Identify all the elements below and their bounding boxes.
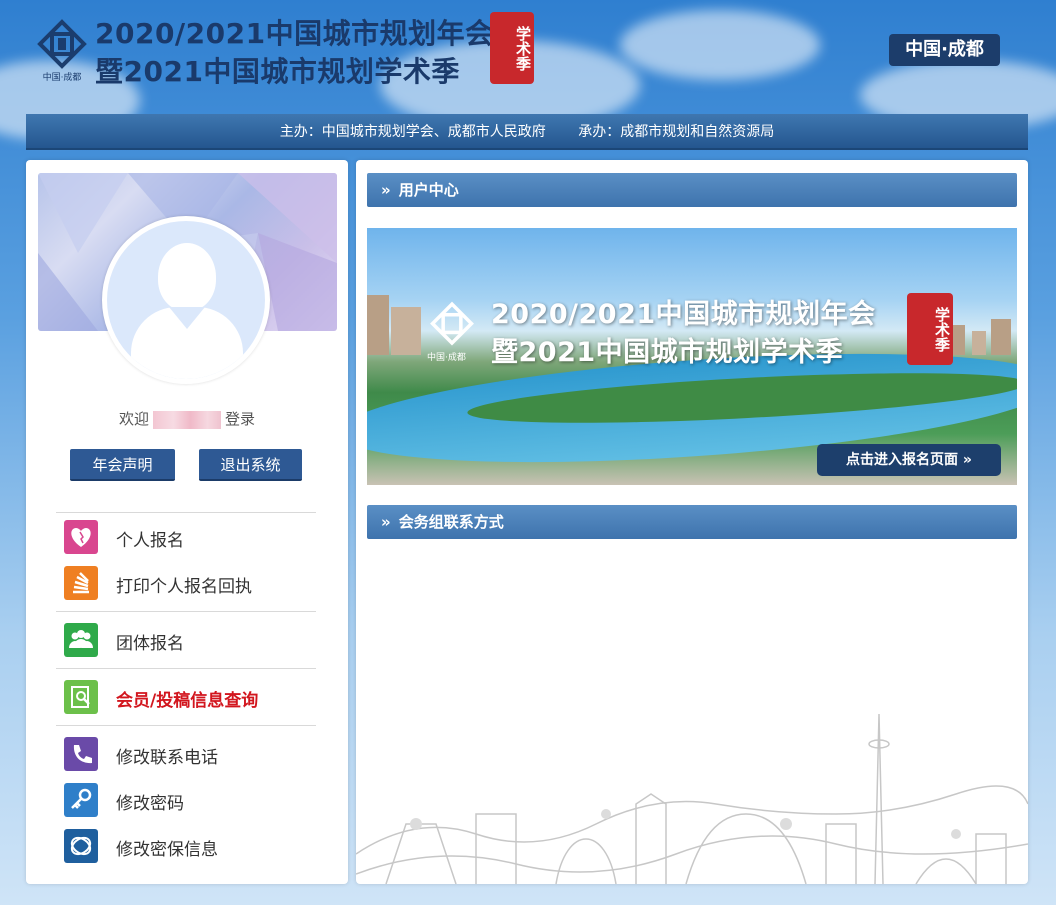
organizer-text: 承办：成都市规划和自然资源局 — [578, 124, 775, 140]
welcome-suffix: 登录 — [225, 410, 256, 428]
section-header-user-center: » 用户中心 — [367, 173, 1017, 207]
banner-title-line1: 2020/2021中国城市规划年会 — [491, 299, 876, 330]
user-menu: 个人报名 打印个人报名回执 团体报名 会员/投稿信息查询 修改联系电话 修改密码… — [56, 512, 316, 868]
heart-icon — [64, 520, 98, 554]
site-header: 中国·成都 2020/2021中国城市规划年会 暨2021中国城市规划学术季 学… — [0, 0, 1056, 110]
menu-item-print-receipt[interactable]: 打印个人报名回执 — [56, 559, 316, 605]
building — [391, 307, 421, 355]
logout-button[interactable]: 退出系统 — [199, 449, 302, 481]
stack-icon — [64, 566, 98, 600]
search-doc-icon — [64, 680, 98, 714]
phone-icon — [64, 737, 98, 771]
menu-item-label: 会员/投稿信息查询 — [116, 691, 259, 711]
enter-registration-button[interactable]: 点击进入报名页面 » — [817, 444, 1001, 476]
section-title: 会务组联系方式 — [398, 513, 504, 531]
building — [367, 295, 389, 355]
banner-title-line2: 暨2021中国城市规划学术季 — [491, 337, 844, 368]
double-chevron-right-icon: » — [381, 181, 391, 199]
section-title: 用户中心 — [398, 181, 459, 199]
divider — [56, 668, 316, 669]
cta-label: 点击进入报名页面 — [846, 452, 959, 468]
menu-item-change-password[interactable]: 修改密码 — [56, 776, 316, 822]
organizer-bar: 主办：中国城市规划学会、成都市人民政府 承办：成都市规划和自然资源局 — [26, 114, 1028, 150]
host-text: 主办：中国城市规划学会、成都市人民政府 — [279, 124, 546, 140]
menu-item-personal-registration[interactable]: 个人报名 — [56, 513, 316, 559]
building — [991, 319, 1011, 355]
double-chevron-right-icon: » — [962, 452, 972, 468]
menu-item-label: 修改密码 — [116, 794, 184, 814]
menu-item-change-security[interactable]: 修改密保信息 — [56, 822, 316, 868]
city-skyline-illustration — [356, 713, 1028, 884]
statement-button[interactable]: 年会声明 — [70, 449, 175, 481]
page-title-line1: 2020/2021中国城市规划年会 — [95, 17, 494, 50]
welcome-message: 欢迎 登录 — [26, 408, 348, 429]
divider — [56, 725, 316, 726]
divider — [56, 611, 316, 612]
banner-seal: 学术季 — [907, 293, 953, 365]
menu-item-label: 个人报名 — [116, 531, 184, 551]
section-header-contact: » 会务组联系方式 — [367, 505, 1017, 539]
username-redacted — [153, 410, 221, 429]
avatar — [102, 216, 270, 384]
double-chevron-right-icon: » — [381, 513, 391, 531]
logo-caption: 中国·成都 — [42, 73, 82, 83]
city-tag: 中国·成都 — [889, 34, 1000, 66]
group-icon — [64, 623, 98, 657]
building — [972, 331, 986, 355]
banner-logo-icon — [430, 301, 474, 346]
menu-item-group-registration[interactable]: 团体报名 — [56, 616, 316, 662]
welcome-prefix: 欢迎 — [118, 410, 149, 428]
page-title-line2: 暨2021中国城市规划学术季 — [95, 55, 460, 88]
banner-logo-caption: 中国·成都 — [427, 353, 466, 363]
user-sidebar: 欢迎 登录 年会声明 退出系统 个人报名 打印个人报名回执 团体报名 会员/投稿… — [26, 160, 348, 884]
menu-item-change-phone[interactable]: 修改联系电话 — [56, 730, 316, 776]
menu-item-label: 修改密保信息 — [116, 840, 218, 860]
main-content: » 用户中心 中国·成都 2020/2021中国城市规划年会 暨2021中国城市规… — [356, 160, 1028, 884]
menu-item-label: 修改联系电话 — [116, 748, 218, 768]
menu-item-member-query[interactable]: 会员/投稿信息查询 — [56, 673, 316, 719]
academic-season-seal: 学术季 — [490, 12, 534, 84]
shield-icon — [64, 829, 98, 863]
menu-item-label: 打印个人报名回执 — [116, 577, 252, 597]
key-icon — [64, 783, 98, 817]
menu-item-label: 团体报名 — [116, 634, 184, 654]
registration-banner[interactable]: 中国·成都 2020/2021中国城市规划年会 暨2021中国城市规划学术季 学… — [367, 228, 1017, 485]
